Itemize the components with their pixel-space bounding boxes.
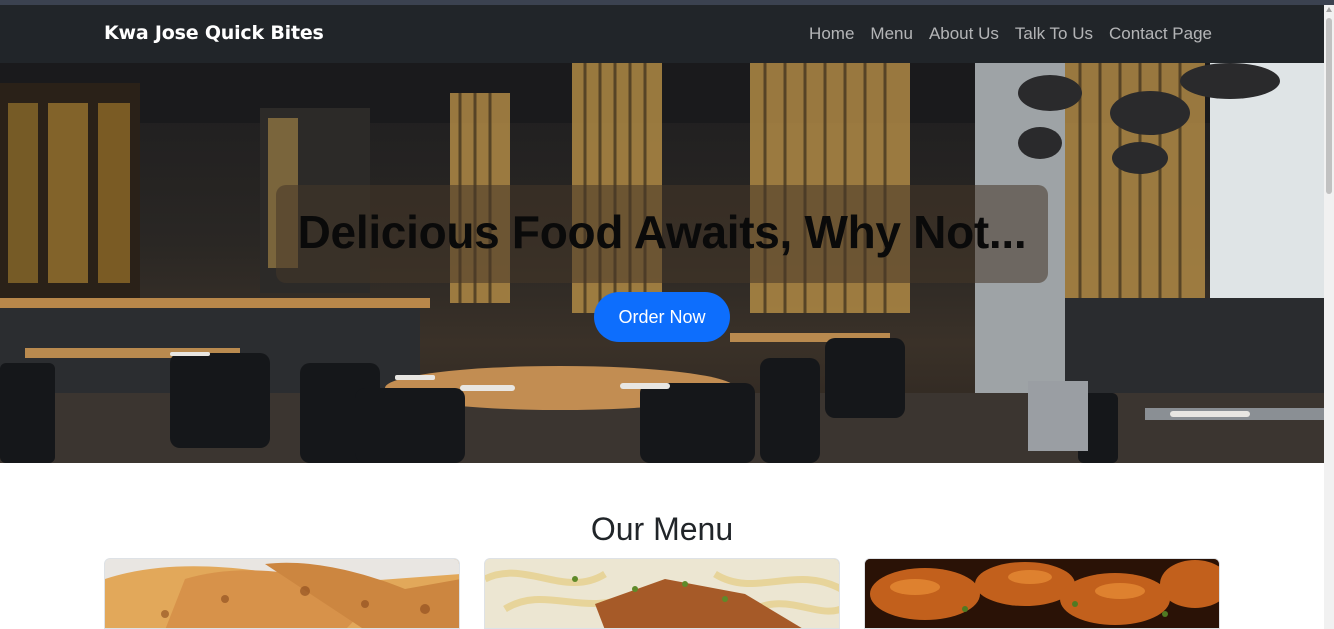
nav-link-about-us[interactable]: About Us: [929, 24, 999, 44]
nav-link-contact-page[interactable]: Contact Page: [1109, 24, 1212, 44]
menu-card-chicken-wings[interactable]: [864, 558, 1220, 629]
chapati-photo: [105, 559, 459, 628]
hero-headline: Delicious Food Awaits, Why Not...: [297, 206, 1027, 258]
nav-link-home[interactable]: Home: [809, 24, 854, 44]
nav-link-menu[interactable]: Menu: [870, 24, 913, 44]
hero-banner: Delicious Food Awaits, Why Not... Order …: [0, 63, 1324, 463]
navbar: Kwa Jose Quick Bites Home Menu About Us …: [0, 5, 1324, 63]
menu-section-title: Our Menu: [590, 511, 734, 547]
scroll-up-arrow-icon[interactable]: [1326, 7, 1332, 12]
nav-links: Home Menu About Us Talk To Us Contact Pa…: [809, 24, 1212, 44]
scrollbar-thumb[interactable]: [1326, 18, 1332, 194]
nav-link-talk-to-us[interactable]: Talk To Us: [1015, 24, 1093, 44]
chicken-pasta-photo: [485, 559, 839, 628]
menu-card-chapati[interactable]: [104, 558, 460, 629]
order-now-button[interactable]: Order Now: [594, 292, 730, 342]
brand-logo-text[interactable]: Kwa Jose Quick Bites: [104, 22, 324, 44]
chicken-wings-photo: [865, 559, 1219, 628]
menu-card-chicken-pasta[interactable]: [484, 558, 840, 629]
